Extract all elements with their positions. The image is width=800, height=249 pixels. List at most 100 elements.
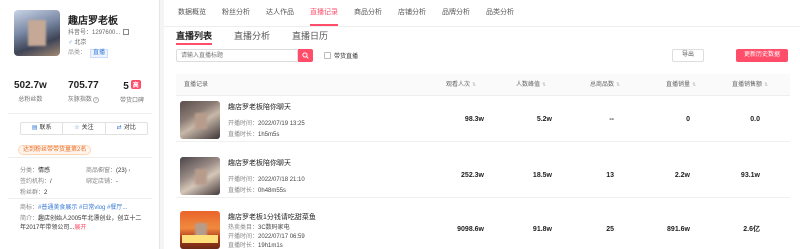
compare-icon: ⇄ [116,125,122,131]
contact-icon: ▤ [31,125,38,131]
info-label: 分类： [20,168,39,174]
search-button[interactable] [298,49,313,62]
cell-revenue: 0.0 [750,116,760,123]
stat-reputation-value: 5高 [120,80,144,92]
tab-shops[interactable]: 店铺分析 [390,0,434,26]
header-revenue[interactable]: 直播销售额 ⇅ [732,74,768,96]
content-tags[interactable]: #普通美食展示 #日常vlog #餐厅... [38,205,127,211]
table-row[interactable]: 趣店罗老板1分钱请吃甜菜鱼 热卖类目：3C数码家电 开播时间：2022/07/1… [176,208,790,249]
update-history-button[interactable]: 更新历史数据 [736,49,788,62]
live-records-panel: 直播列表 直播分析 直播日历 带货直播 导出 更新历史数据 直播记录 观看人次⇅… [164,26,800,249]
sort-icon[interactable]: ⇅ [472,74,476,96]
info-value: 情感 [38,168,51,174]
header-goods[interactable]: 总商品数 ⇅ [590,74,620,96]
stat-fans: 502.7w 总粉丝数 [14,80,47,104]
export-button[interactable]: 导出 [672,49,704,62]
tab-brands[interactable]: 品牌分析 [434,0,478,26]
tab-fans[interactable]: 粉丝分析 [214,0,258,26]
live-title[interactable]: 趣店罗老板1分钱请吃甜菜鱼 [228,212,316,222]
contact-label: 联系 [39,125,52,131]
live-start: 开播时间：2022/07/19 13:25 [228,118,305,127]
duration-value: 19h1m1s [258,243,283,249]
sort-icon[interactable]: ⇅ [616,74,620,96]
cell-goods: 13 [606,172,614,179]
duration-value: 1h5m5s [258,132,280,138]
info-value: / [50,179,52,185]
main-content: 数据概览 粉丝分析 达人作品 直播记录 商品分析 店铺分析 品牌分析 品类分析 … [164,0,800,249]
compare-button[interactable]: ⇄ 对比 [106,123,147,134]
live-thumbnail[interactable] [180,157,220,195]
info-label: 签约机构： [20,179,51,185]
profile-name: 趣店罗老板 [68,16,118,27]
profile-stats: 502.7w 总粉丝数 705.77 灰豚指数? 5高 带货口碑 [14,80,144,104]
tab-overview[interactable]: 数据概览 [170,0,214,26]
tab-goods[interactable]: 商品分析 [346,0,390,26]
start-value: 2022/07/18 21:10 [258,177,305,183]
stat-fans-label: 总粉丝数 [18,97,43,103]
search-icon [302,52,309,59]
cell-views: 9098.6w [457,226,484,233]
table-row[interactable]: 趣店罗老板陪你聊天 开播时间：2022/07/18 21:10 直播时长：0h4… [176,154,790,198]
header-sales[interactable]: 直播销量 ⇅ [666,74,696,96]
divider [8,198,152,199]
header-label: 直播销量 [666,82,691,88]
checkbox[interactable] [324,52,331,59]
stat-index-label-text: 灰豚指数 [67,97,92,103]
header-label: 人数峰值 [516,82,541,88]
profile-actions: ▤ 联系 ☆ 关注 ⇄ 对比 [20,122,148,135]
bio-text: 年2017年带领公司... [20,225,75,231]
profile-location-text: 北京 [74,40,87,46]
profile-id-value: 1297600... [92,30,121,36]
top-nav: 数据概览 粉丝分析 达人作品 直播记录 商品分析 店铺分析 品牌分析 品类分析 [164,0,800,26]
follow-label: 关注 [81,125,94,131]
live-title[interactable]: 趣店罗老板陪你聊天 [228,158,291,168]
profile-location: ♂ 北京 [68,37,87,46]
cell-views: 252.3w [461,172,484,179]
cell-peak: 5.2w [536,116,552,123]
info-fan-group: 粉丝群：2 [20,187,47,196]
info-label: 粉丝群： [20,190,45,196]
copy-icon[interactable] [123,29,130,35]
sub-tabs: 直播列表 直播分析 直播日历 [176,29,350,45]
search-input[interactable] [176,49,298,62]
live-title[interactable]: 趣店罗老板陪你聊天 [228,102,291,112]
subtab-live-calendar[interactable]: 直播日历 [292,29,328,45]
stat-fans-value: 502.7w [14,80,47,91]
live-thumbnail[interactable] [180,211,220,249]
stat-reputation: 5高 带货口碑 [120,80,144,104]
compare-label: 对比 [123,125,136,131]
location-pin-icon: ♂ [68,40,73,46]
follow-button[interactable]: ☆ 关注 [63,123,106,134]
star-icon: ☆ [74,125,80,131]
help-icon[interactable]: ? [92,97,99,103]
stat-reputation-label: 带货口碑 [119,98,144,104]
cell-peak: 91.8w [532,226,552,233]
chevron-right-icon[interactable]: › [127,168,130,174]
tab-live-records[interactable]: 直播记录 [302,0,346,26]
info-value[interactable]: (23) [116,168,127,174]
sales-live-filter[interactable]: 带货直播 [324,51,358,60]
subtab-live-list[interactable]: 直播列表 [176,29,213,45]
subtab-live-analysis[interactable]: 直播分析 [234,29,270,45]
info-bio: 简介：趣店创始人2005年北漂创业，创立十二 [20,213,141,222]
live-thumbnail[interactable] [180,101,220,139]
bio-expand-link[interactable]: 展开 [74,225,86,231]
sort-icon[interactable]: ⇅ [692,74,696,96]
tab-works[interactable]: 达人作品 [258,0,302,26]
profile-id-label: 抖音号： [68,30,93,36]
cell-sales: 0 [686,116,690,123]
header-peak[interactable]: 人数峰值 ⇅ [516,74,546,96]
cell-revenue: 2.6亿 [743,226,760,233]
table-header: 直播记录 观看人次 ⇅ 人数峰值 ⇅ 总商品数 ⇅ 直播销量 ⇅ 直播销售额 ⇅ [176,74,790,96]
info-mcn: 签约机构：/ [20,176,52,185]
avatar[interactable] [14,10,60,56]
table-row[interactable]: 趣店罗老板陪你聊天 开播时间：2022/07/19 13:25 直播时长：1h5… [176,98,790,142]
header-views[interactable]: 观看人次 ⇅ [446,74,476,96]
tab-categories[interactable]: 品类分析 [478,0,522,26]
profile-category-label: 品类： [68,50,87,56]
contact-button[interactable]: ▤ 联系 [21,123,64,134]
header-label: 直播销售额 [732,82,763,88]
sort-icon[interactable]: ⇅ [764,74,768,96]
live-duration: 直播时长：0h48m55s [228,185,286,194]
sort-icon[interactable]: ⇅ [542,74,546,96]
